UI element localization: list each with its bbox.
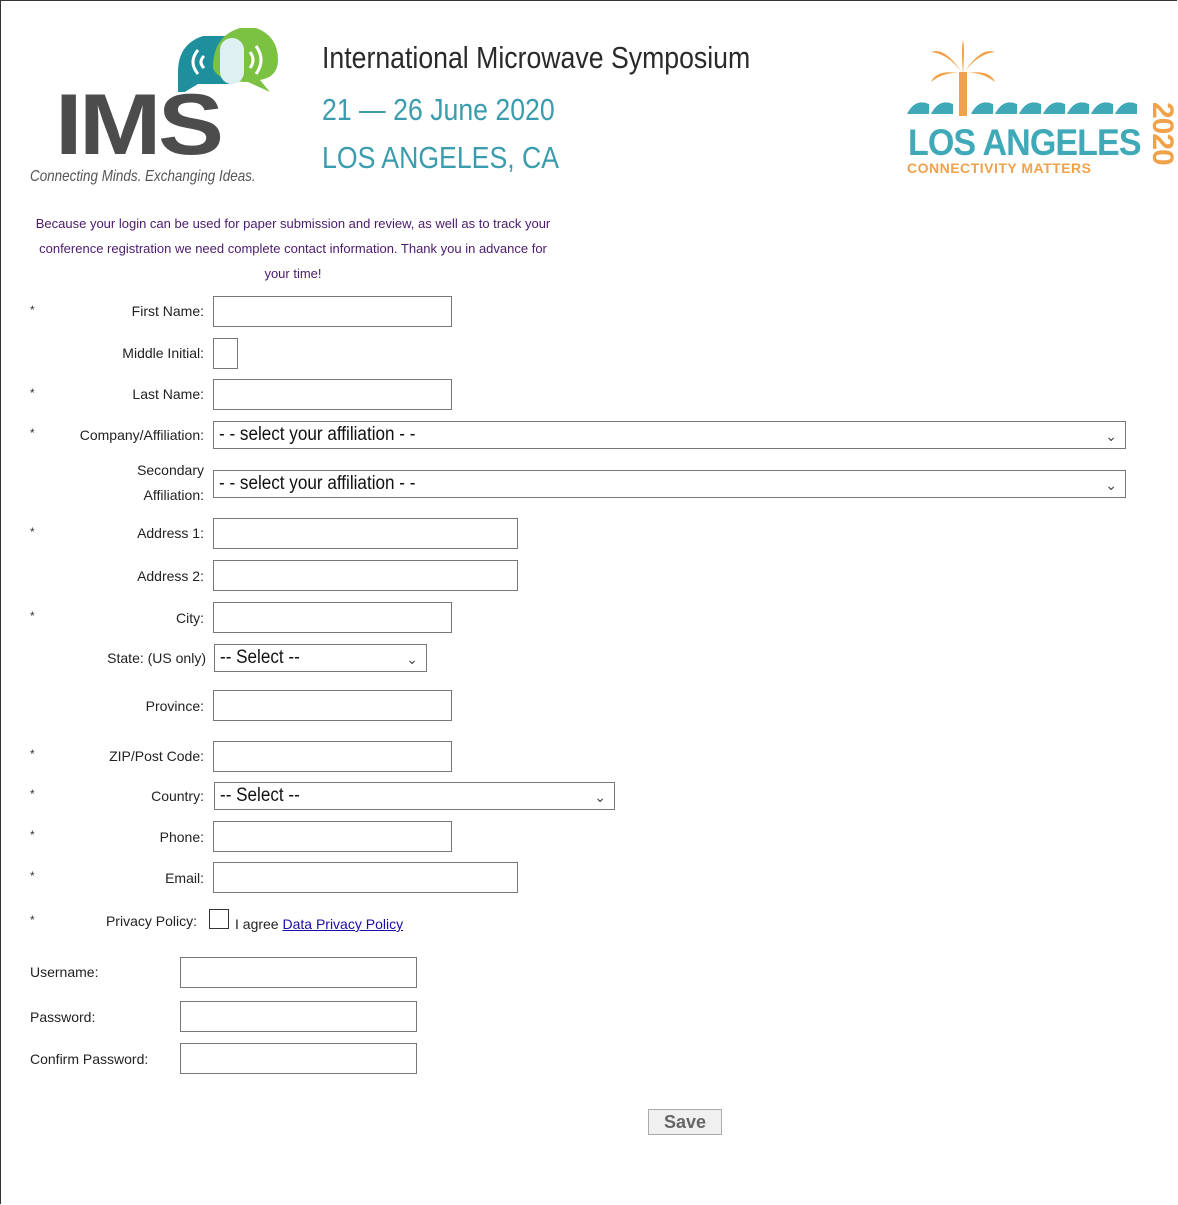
province-label: Province: — [145, 698, 204, 714]
save-button[interactable]: Save — [648, 1109, 722, 1135]
intro-text: Because your login can be used for paper… — [35, 216, 551, 281]
first-name-label: First Name: — [131, 303, 204, 319]
privacy-policy-label: Privacy Policy: — [105, 913, 197, 929]
company-select-value: - - select your affiliation - - — [219, 424, 416, 445]
phone-input[interactable] — [213, 821, 452, 852]
password-label: Password: — [30, 1009, 96, 1025]
middle-initial-input[interactable] — [213, 338, 238, 369]
secondary-affiliation-label-line1: Secondary — [137, 462, 204, 478]
address2-input[interactable] — [213, 560, 518, 591]
secondary-affiliation-label-line2: Affiliation: — [143, 487, 204, 503]
address2-label: Address 2: — [137, 568, 204, 584]
country-select[interactable]: -- Select -- ⌄ — [214, 782, 615, 810]
conference-name: International Microwave Symposium — [322, 40, 751, 75]
required-marker: * — [30, 525, 35, 539]
username-input[interactable] — [180, 957, 417, 988]
required-marker: * — [30, 426, 35, 440]
chevron-down-icon: ⌄ — [406, 651, 418, 667]
required-marker: * — [30, 386, 35, 400]
address1-input[interactable] — [213, 518, 518, 549]
country-select-value: -- Select -- — [220, 785, 300, 806]
conference-dates: 21 — 26 June 2020 — [322, 92, 555, 127]
province-input[interactable] — [213, 690, 452, 721]
city-input[interactable] — [213, 602, 452, 633]
zip-input[interactable] — [213, 741, 452, 772]
username-label: Username: — [30, 964, 99, 980]
email-input[interactable] — [213, 862, 518, 893]
company-label: Company/Affiliation: — [79, 427, 204, 443]
first-name-input[interactable] — [213, 296, 452, 327]
palm-tree-icon — [907, 40, 1137, 116]
la-logo-tagline: CONNECTIVITY MATTERS — [907, 160, 1092, 176]
email-label: Email: — [165, 870, 204, 886]
state-select-value: -- Select -- — [220, 647, 300, 668]
confirm-password-label: Confirm Password: — [30, 1051, 149, 1067]
country-label: Country: — [151, 788, 204, 804]
la-logo-city: LOS ANGELES — [908, 122, 1142, 163]
required-marker: * — [30, 303, 35, 317]
ims-logo-text: IMS — [55, 77, 224, 173]
state-select[interactable]: -- Select -- ⌄ — [214, 644, 427, 672]
privacy-agree-checkbox[interactable] — [209, 909, 229, 929]
last-name-input[interactable] — [213, 379, 452, 410]
secondary-affiliation-select[interactable]: - - select your affiliation - - ⌄ — [213, 470, 1126, 498]
last-name-label: Last Name: — [132, 386, 204, 402]
secondary-affiliation-select-value: - - select your affiliation - - — [219, 473, 416, 494]
phone-label: Phone: — [159, 829, 204, 845]
required-marker: * — [30, 787, 35, 801]
city-label: City: — [176, 610, 204, 626]
required-marker: * — [30, 828, 35, 842]
chevron-down-icon: ⌄ — [594, 789, 606, 805]
company-select[interactable]: - - select your affiliation - - ⌄ — [213, 421, 1126, 449]
chevron-down-icon: ⌄ — [1105, 477, 1117, 493]
data-privacy-policy-link[interactable]: Data Privacy Policy — [282, 916, 403, 932]
ims-tagline: Connecting Minds. Exchanging Ideas. — [30, 168, 256, 185]
confirm-password-input[interactable] — [180, 1043, 417, 1074]
address1-label: Address 1: — [137, 525, 204, 541]
required-marker: * — [30, 869, 35, 883]
state-label: State: (US only) — [107, 650, 206, 666]
privacy-agree-text: I agree Data Privacy Policy — [235, 916, 403, 932]
required-marker: * — [30, 609, 35, 623]
middle-initial-label: Middle Initial: — [122, 345, 204, 361]
conference-location: LOS ANGELES, CA — [322, 140, 560, 175]
privacy-agree-label: I agree — [235, 916, 279, 932]
required-marker: * — [30, 747, 35, 761]
zip-label: ZIP/Post Code: — [109, 748, 204, 764]
password-input[interactable] — [180, 1001, 417, 1032]
chevron-down-icon: ⌄ — [1105, 428, 1117, 444]
la-logo-year: 2020 — [1146, 102, 1178, 165]
required-marker: * — [30, 913, 35, 927]
